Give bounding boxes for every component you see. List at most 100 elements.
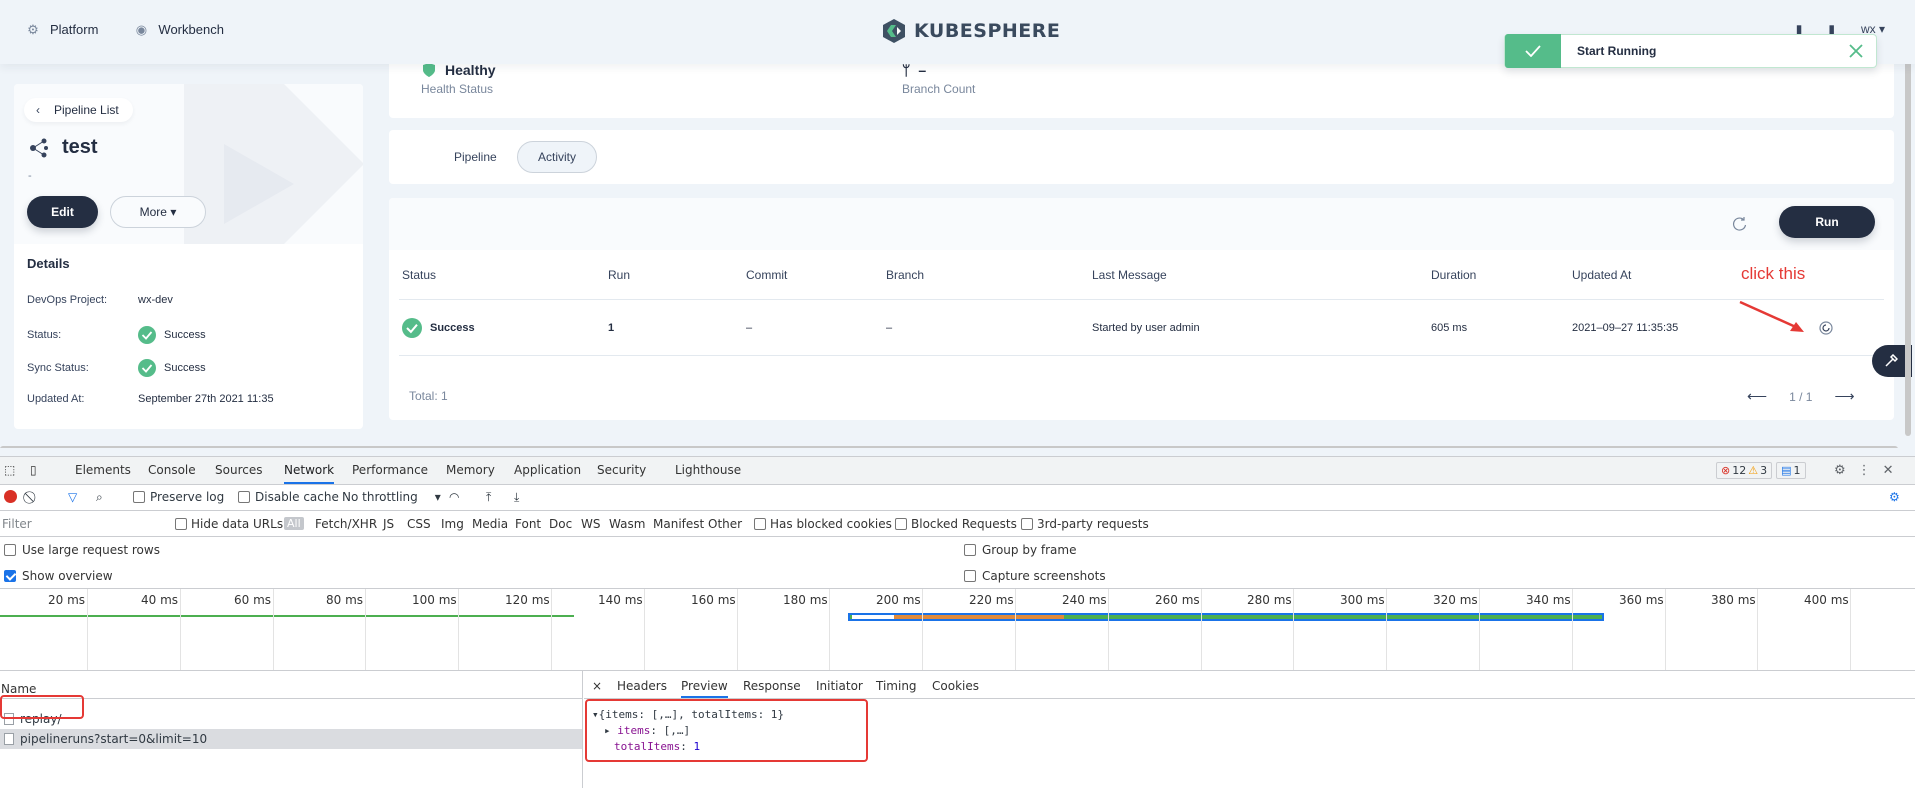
message-badge[interactable]: ▤ 1 xyxy=(1776,462,1806,479)
replay-button[interactable] xyxy=(1819,300,1833,355)
filter-all-label: All xyxy=(284,517,304,530)
search-icon[interactable]: ⌕ xyxy=(96,490,103,505)
issue-badges[interactable]: ⊗ 12 ⚠ 3 ▤ 1 xyxy=(1716,462,1806,479)
network-conditions-icon[interactable]: ◠ xyxy=(449,490,459,504)
tab-timing[interactable]: Timing xyxy=(876,671,917,698)
capture-screenshots-checkbox[interactable]: Capture screenshots xyxy=(964,569,1106,583)
disable-cache-label: Disable cache xyxy=(255,490,339,504)
pipeline-header: ‹ Pipeline List test - Edit More ▾ xyxy=(14,84,363,244)
filter-css[interactable]: CSS xyxy=(407,517,431,531)
sync-status-text: Success xyxy=(164,362,206,374)
overview-tick-label: 160 ms xyxy=(691,593,736,607)
import-har-icon[interactable]: ⤒ xyxy=(486,490,491,505)
overview-gridline xyxy=(1757,589,1758,670)
overview-gridline xyxy=(458,589,459,670)
record-button[interactable] xyxy=(4,490,17,503)
more-button[interactable]: More ▾ xyxy=(110,196,206,228)
tab-preview[interactable]: Preview xyxy=(681,671,728,698)
tab-initiator[interactable]: Initiator xyxy=(816,671,863,698)
network-settings-icon[interactable]: ⚙ xyxy=(1889,490,1900,504)
tab-activity[interactable]: Activity xyxy=(517,141,598,173)
tab-memory[interactable]: Memory xyxy=(446,457,495,484)
filter-img[interactable]: Img xyxy=(441,517,464,531)
tab-cookies[interactable]: Cookies xyxy=(932,671,979,698)
request-row-pipelineruns[interactable]: pipelineruns?start=0&limit=10 xyxy=(0,729,582,749)
network-overview[interactable]: 20 ms 40 ms 60 ms 80 ms 100 ms 120 ms 140 ms 16… xyxy=(0,589,1915,671)
run-updated-at: 2021–09–27 11:35:35 xyxy=(1572,321,1679,334)
health-status-value: Healthy xyxy=(445,62,496,78)
edit-button[interactable]: Edit xyxy=(27,196,98,228)
show-overview-checkbox[interactable]: Show overview xyxy=(4,569,113,583)
tab-headers[interactable]: Headers xyxy=(617,671,667,698)
filter-all[interactable]: All xyxy=(284,517,304,530)
export-har-icon[interactable]: ⤓ xyxy=(514,490,519,505)
tab-lighthouse[interactable]: Lighthouse xyxy=(675,457,741,484)
inspect-icon[interactable]: ⬚ xyxy=(4,457,18,484)
health-shield-icon xyxy=(423,63,435,77)
horizontal-scrollbar[interactable] xyxy=(0,446,1898,448)
kubesphere-app: ⚙ Platform ◉ Workbench KUBESPHERE ▮ ▮ wx… xyxy=(0,0,1915,448)
close-detail-icon[interactable]: × xyxy=(592,671,602,698)
nav-workbench[interactable]: ◉ Workbench xyxy=(134,22,224,37)
back-to-pipeline-list[interactable]: ‹ Pipeline List xyxy=(24,98,133,122)
filter-js[interactable]: JS xyxy=(383,517,394,531)
prev-page-icon[interactable]: ⟵ xyxy=(1747,388,1767,405)
device-toggle-icon[interactable]: ▯ xyxy=(30,457,44,484)
large-rows-checkbox[interactable]: Use large request rows xyxy=(4,543,160,557)
settings-gear-icon[interactable]: ⚙ xyxy=(1834,463,1846,478)
filter-doc[interactable]: Doc xyxy=(549,517,572,531)
kebab-menu-icon[interactable]: ⋮ xyxy=(1858,463,1871,478)
checkbox xyxy=(1021,518,1033,530)
overview-gridline xyxy=(1293,589,1294,670)
filter-manifest[interactable]: Manifest xyxy=(653,517,704,531)
tab-application[interactable]: Application xyxy=(514,457,581,484)
hide-data-urls-checkbox[interactable]: Hide data URLs xyxy=(175,517,283,531)
tab-elements[interactable]: Elements xyxy=(75,457,131,484)
vertical-scrollbar[interactable] xyxy=(1905,44,1911,436)
filter-icon[interactable]: ▽ xyxy=(68,490,77,504)
throttling-select[interactable]: No throttling ▾ xyxy=(342,490,441,504)
col-branch: Branch xyxy=(886,267,925,282)
hide-data-urls-label: Hide data URLs xyxy=(191,517,284,531)
filter-wasm[interactable]: Wasm xyxy=(609,517,645,531)
message-icon: ▤ xyxy=(1781,464,1792,477)
blocked-requests-checkbox[interactable]: Blocked Requests xyxy=(895,517,1017,531)
overview-gridline xyxy=(1850,589,1851,670)
close-icon[interactable] xyxy=(1846,41,1866,61)
checkbox xyxy=(133,491,145,503)
name-column-header[interactable]: Name xyxy=(0,671,582,699)
run-number[interactable]: 1 xyxy=(608,300,614,355)
run-message: Started by user admin xyxy=(1092,321,1200,334)
tab-performance[interactable]: Performance xyxy=(352,457,428,484)
pipeline-description: - xyxy=(28,170,32,182)
nav-platform[interactable]: ⚙ Platform xyxy=(26,22,98,37)
filter-media[interactable]: Media xyxy=(472,517,508,531)
request-row-replay[interactable]: replay/ xyxy=(0,709,582,729)
error-badge[interactable]: ⊗ 12 ⚠ 3 xyxy=(1716,462,1773,479)
table-row[interactable]: Success 1 – – Started by user admin 605 … xyxy=(399,300,1884,356)
col-status: Status xyxy=(402,267,437,282)
preserve-log-checkbox[interactable]: Preserve log xyxy=(133,490,224,504)
tab-sources[interactable]: Sources xyxy=(215,457,262,484)
filter-ws[interactable]: WS xyxy=(581,517,600,531)
next-page-icon[interactable]: ⟶ xyxy=(1834,388,1854,405)
third-party-checkbox[interactable]: 3rd-party requests xyxy=(1021,517,1149,531)
tab-pipeline[interactable]: Pipeline xyxy=(434,141,517,173)
brand-logo[interactable]: KUBESPHERE xyxy=(882,18,1060,44)
filter-input[interactable]: Filter xyxy=(2,515,162,533)
tab-security[interactable]: Security xyxy=(597,457,646,484)
run-button[interactable]: Run xyxy=(1779,206,1875,238)
refresh-icon[interactable] xyxy=(1731,215,1749,233)
overview-tick-label: 60 ms xyxy=(234,593,272,607)
filter-fetch-xhr[interactable]: Fetch/XHR xyxy=(315,517,377,531)
filter-other[interactable]: Other xyxy=(708,517,742,531)
close-devtools-icon[interactable]: ✕ xyxy=(1883,463,1894,478)
group-by-frame-checkbox[interactable]: Group by frame xyxy=(964,543,1076,557)
tab-response[interactable]: Response xyxy=(743,671,801,698)
filter-font[interactable]: Font xyxy=(515,517,541,531)
disable-cache-checkbox[interactable]: Disable cache xyxy=(238,490,339,504)
has-blocked-cookies-checkbox[interactable]: Has blocked cookies xyxy=(754,517,892,531)
tab-network[interactable]: Network xyxy=(284,457,335,484)
tab-console[interactable]: Console xyxy=(148,457,196,484)
overview-gridline xyxy=(922,589,923,670)
